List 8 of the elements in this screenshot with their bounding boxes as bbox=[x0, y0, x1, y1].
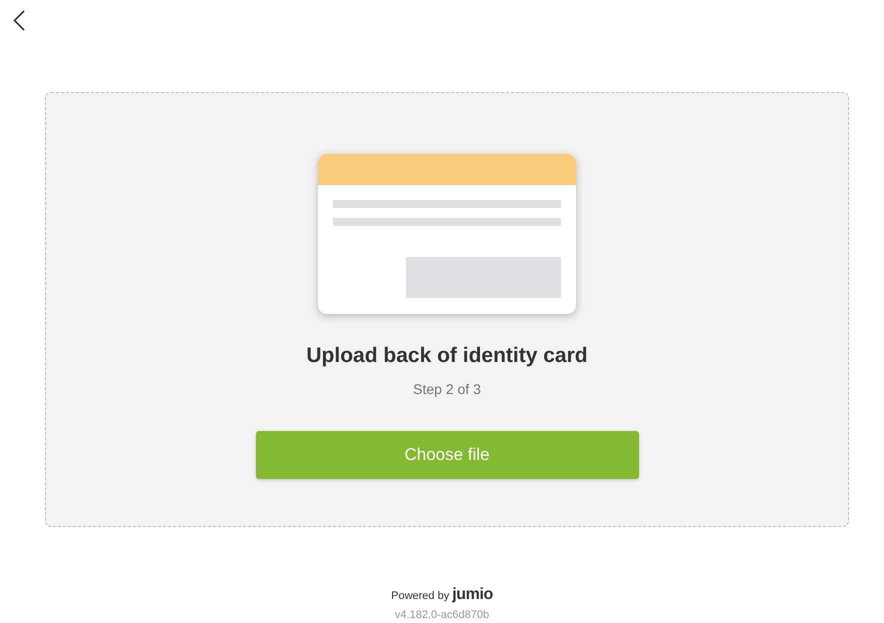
back-button[interactable] bbox=[12, 9, 26, 31]
upload-title: Upload back of identity card bbox=[306, 343, 588, 370]
step-indicator: Step 2 of 3 bbox=[413, 380, 481, 399]
brand-logo: jumio bbox=[452, 584, 493, 604]
choose-file-button[interactable]: Choose file bbox=[256, 430, 638, 479]
powered-by-label: Powered by bbox=[391, 588, 450, 604]
chevron-left-icon bbox=[13, 10, 25, 30]
version-label: v4.182.0-ac6d870b bbox=[394, 608, 490, 622]
